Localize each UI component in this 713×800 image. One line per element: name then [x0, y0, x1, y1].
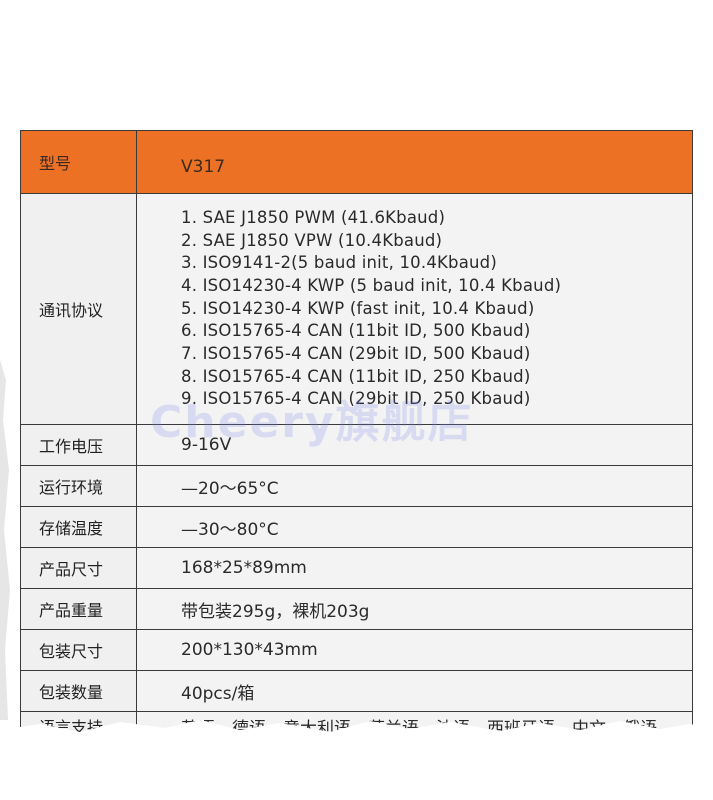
protocol-item: 7. ISO15765-4 CAN (29bit ID, 500 Kbaud) [181, 344, 531, 364]
table-row: 产品尺寸 168*25*89mm [20, 547, 693, 589]
protocol-list: 1. SAE J1850 PWM (41.6Kbaud) 2. SAE J185… [181, 207, 692, 411]
storage-temp-value: —30～80°C [136, 506, 693, 548]
protocol-item: 2. SAE J1850 VPW (10.4Kbaud) [181, 230, 443, 250]
package-qty-value: 40pcs/箱 [136, 670, 693, 712]
protocol-row: 通讯协议 1. SAE J1850 PWM (41.6Kbaud) 2. SAE… [20, 193, 693, 425]
package-size-label: 包装尺寸 [20, 629, 137, 671]
protocol-item: 8. ISO15765-4 CAN (11bit ID, 250 Kbaud) [181, 366, 531, 386]
protocol-item: 6. ISO15765-4 CAN (11bit ID, 500 Kbaud) [181, 321, 531, 341]
product-weight-value: 带包装295g，裸机203g [136, 588, 693, 630]
protocol-item: 1. SAE J1850 PWM (41.6Kbaud) [181, 207, 446, 227]
operating-temp-value: —20～65°C [136, 465, 693, 507]
operating-temp-label: 运行环境 [20, 465, 137, 507]
storage-temp-label: 存储温度 [20, 506, 137, 548]
table-row: 包装数量 40pcs/箱 [20, 670, 693, 712]
table-row: 包装尺寸 200*130*43mm [20, 629, 693, 671]
language-row: 语言支持 英语、德语、意大利语、荷兰语、法语、西班牙语、中文、俄语 [20, 711, 693, 740]
table-row: 产品重量 带包装295g，裸机203g [20, 588, 693, 630]
protocol-item: 9. ISO15765-4 CAN (29bit ID, 250 Kbaud) [181, 389, 531, 409]
table-row: 存储温度 —30～80°C [20, 506, 693, 548]
language-label: 语言支持 [20, 711, 137, 740]
table-row: 工作电压 9-16V [20, 424, 693, 466]
protocol-label: 通讯协议 [20, 193, 137, 425]
package-qty-label: 包装数量 [20, 670, 137, 712]
voltage-label: 工作电压 [20, 424, 137, 466]
model-value: V317 [136, 130, 693, 194]
protocol-cell: 1. SAE J1850 PWM (41.6Kbaud) 2. SAE J185… [136, 193, 693, 425]
protocol-item: 4. ISO14230-4 KWP (5 baud init, 10.4 Kba… [181, 275, 562, 295]
product-size-value: 168*25*89mm [136, 547, 693, 589]
spec-table: 型号 V317 通讯协议 1. SAE J1850 PWM (41.6Kbaud… [20, 130, 693, 740]
header-row: 型号 V317 [20, 130, 693, 194]
package-size-value: 200*130*43mm [136, 629, 693, 671]
product-weight-label: 产品重量 [20, 588, 137, 630]
left-edge-smudge [0, 360, 10, 720]
model-label: 型号 [20, 130, 137, 194]
protocol-item: 3. ISO9141-2(5 baud init, 10.4Kbaud) [181, 253, 497, 273]
product-size-label: 产品尺寸 [20, 547, 137, 589]
protocol-item: 5. ISO14230-4 KWP (fast init, 10.4 Kbaud… [181, 298, 535, 318]
voltage-value: 9-16V [136, 424, 693, 466]
table-row: 运行环境 —20～65°C [20, 465, 693, 507]
language-value: 英语、德语、意大利语、荷兰语、法语、西班牙语、中文、俄语 [136, 711, 693, 740]
